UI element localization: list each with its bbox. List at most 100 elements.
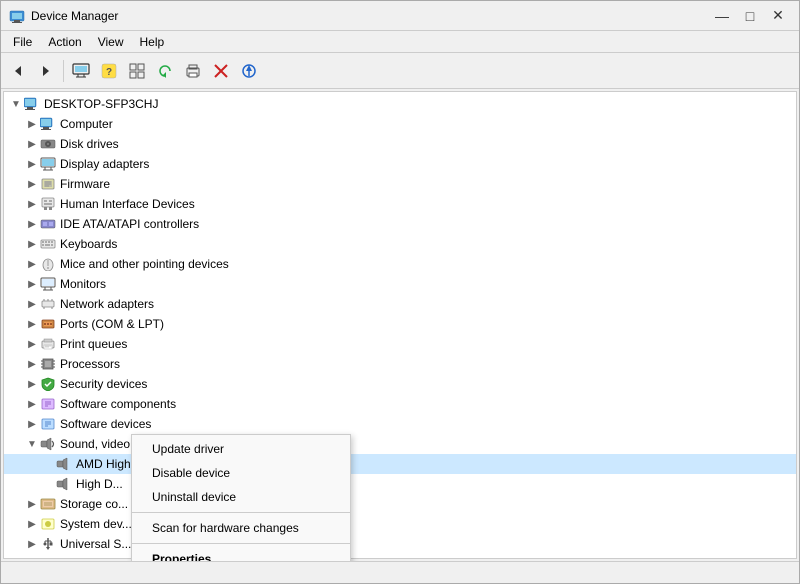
tree-item-computer[interactable]: ▶ Computer (4, 114, 796, 134)
computer-label: Computer (60, 117, 113, 131)
tree-item-ports[interactable]: ▶ Ports (COM & LPT) (4, 314, 796, 334)
toolbar-forward[interactable] (33, 58, 59, 84)
svg-text:?: ? (106, 67, 112, 78)
toolbar: ? (1, 53, 799, 89)
tree-item-keyboards[interactable]: ▶ Keyboards (4, 234, 796, 254)
sound-toggle[interactable]: ▼ (24, 436, 40, 452)
firmware-label: Firmware (60, 177, 110, 191)
tree-item-firmware[interactable]: ▶ Firmware (4, 174, 796, 194)
toolbar-back[interactable] (5, 58, 31, 84)
firmware-toggle[interactable]: ▶ (24, 176, 40, 192)
tree-root[interactable]: ▼ DESKTOP-SFP3CHJ (4, 94, 796, 114)
toolbar-grid[interactable] (124, 58, 150, 84)
mice-label: Mice and other pointing devices (60, 257, 229, 271)
computer-device-icon (40, 116, 56, 132)
amd-toggle (40, 456, 56, 472)
root-toggle[interactable]: ▼ (8, 96, 24, 112)
tree-item-amd[interactable]: AMD High Definition Audio De... (4, 454, 796, 474)
context-properties[interactable]: Properties (132, 547, 350, 561)
processor-icon (40, 356, 56, 372)
tree-item-softwaredev[interactable]: ▶ Software devices (4, 414, 796, 434)
software-toggle[interactable]: ▶ (24, 396, 40, 412)
monitors-label: Monitors (60, 277, 106, 291)
context-uninstall-device[interactable]: Uninstall device (132, 485, 350, 509)
ports-toggle[interactable]: ▶ (24, 316, 40, 332)
context-menu: Update driver Disable device Uninstall d… (131, 434, 351, 561)
toolbar-help[interactable]: ? (96, 58, 122, 84)
processors-label: Processors (60, 357, 120, 371)
system-toggle[interactable]: ▶ (24, 516, 40, 532)
computer-icon (24, 96, 40, 112)
tree-item-sound[interactable]: ▼ Sound, video and game controllers (4, 434, 796, 454)
maximize-button[interactable]: □ (737, 5, 763, 27)
toolbar-refresh[interactable] (152, 58, 178, 84)
root-label: DESKTOP-SFP3CHJ (44, 97, 158, 111)
tree-item-usb[interactable]: ▶ Universal S... (4, 534, 796, 554)
context-scan-hardware[interactable]: Scan for hardware changes (132, 516, 350, 540)
system-label: System dev... (60, 517, 132, 531)
high-toggle (40, 476, 56, 492)
tree-item-print[interactable]: ▶ Print queues (4, 334, 796, 354)
tree-item-monitors[interactable]: ▶ Monitors (4, 274, 796, 294)
help-icon: ? (101, 63, 117, 79)
toolbar-sep-1 (63, 60, 64, 82)
print-toggle[interactable]: ▶ (24, 336, 40, 352)
context-disable-device[interactable]: Disable device (132, 461, 350, 485)
print-icon (185, 63, 201, 79)
menu-help[interactable]: Help (132, 31, 173, 52)
usb-toggle[interactable]: ▶ (24, 536, 40, 552)
security-icon (40, 376, 56, 392)
context-update-driver[interactable]: Update driver (132, 437, 350, 461)
toolbar-update[interactable] (236, 58, 262, 84)
tree-item-display[interactable]: ▶ Display adapters (4, 154, 796, 174)
toolbar-print[interactable] (180, 58, 206, 84)
tree-item-high[interactable]: High D... (4, 474, 796, 494)
tree-item-storage[interactable]: ▶ Storage co... (4, 494, 796, 514)
ide-toggle[interactable]: ▶ (24, 216, 40, 232)
storage-toggle[interactable]: ▶ (24, 496, 40, 512)
usb-label: Universal S... (60, 537, 131, 551)
ide-icon (40, 216, 56, 232)
title-bar-controls: — □ ✕ (709, 5, 791, 27)
computer-icon (72, 63, 90, 79)
keyboards-toggle[interactable]: ▶ (24, 236, 40, 252)
softwaredev-toggle[interactable]: ▶ (24, 416, 40, 432)
tree-item-security[interactable]: ▶ Security devices (4, 374, 796, 394)
security-toggle[interactable]: ▶ (24, 376, 40, 392)
tree-item-ide[interactable]: ▶ IDE ATA/ATAPI controllers (4, 214, 796, 234)
security-label: Security devices (60, 377, 147, 391)
tree-item-network[interactable]: ▶ Network adapters (4, 294, 796, 314)
tree-item-disk[interactable]: ▶ Disk drives (4, 134, 796, 154)
tree-item-hid[interactable]: ▶ Human Interface Devices (4, 194, 796, 214)
device-tree[interactable]: ▼ DESKTOP-SFP3CHJ ▶ (3, 91, 797, 559)
storage-icon (40, 496, 56, 512)
tree-item-software[interactable]: ▶ Software components (4, 394, 796, 414)
computer-toggle[interactable]: ▶ (24, 116, 40, 132)
update-icon (241, 63, 257, 79)
display-icon (40, 156, 56, 172)
main-content: ▼ DESKTOP-SFP3CHJ ▶ (1, 89, 799, 561)
context-separator-2 (132, 543, 350, 544)
display-toggle[interactable]: ▶ (24, 156, 40, 172)
firmware-icon (40, 176, 56, 192)
toolbar-computer[interactable] (68, 58, 94, 84)
tree-item-mice[interactable]: ▶ Mice and other pointing devices (4, 254, 796, 274)
usb-icon (40, 536, 56, 552)
network-toggle[interactable]: ▶ (24, 296, 40, 312)
monitor-icon (40, 276, 56, 292)
menu-view[interactable]: View (90, 31, 132, 52)
network-label: Network adapters (60, 297, 154, 311)
disk-toggle[interactable]: ▶ (24, 136, 40, 152)
processors-toggle[interactable]: ▶ (24, 356, 40, 372)
hid-icon (40, 196, 56, 212)
tree-item-system[interactable]: ▶ System dev... (4, 514, 796, 534)
close-button[interactable]: ✕ (765, 5, 791, 27)
monitors-toggle[interactable]: ▶ (24, 276, 40, 292)
menu-file[interactable]: File (5, 31, 40, 52)
minimize-button[interactable]: — (709, 5, 735, 27)
mice-toggle[interactable]: ▶ (24, 256, 40, 272)
hid-toggle[interactable]: ▶ (24, 196, 40, 212)
menu-action[interactable]: Action (40, 31, 89, 52)
tree-item-processors[interactable]: ▶ Processors (4, 354, 796, 374)
toolbar-delete[interactable] (208, 58, 234, 84)
